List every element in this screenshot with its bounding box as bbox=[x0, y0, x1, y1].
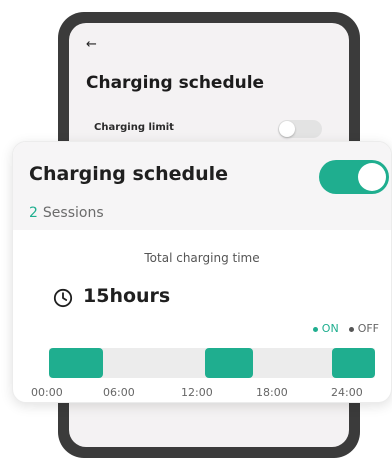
card-title: Charging schedule bbox=[29, 163, 229, 185]
sessions-summary: 2 Sessions bbox=[29, 205, 104, 221]
timeline-axis: 00:00 06:00 12:00 18:00 24:00 bbox=[13, 386, 391, 402]
screen-title: Charging schedule bbox=[86, 73, 265, 93]
timeline-tick-label: 06:00 bbox=[103, 386, 135, 399]
arrow-left-icon[interactable]: ← bbox=[86, 38, 97, 51]
timeline-tick-label: 24:00 bbox=[331, 386, 363, 399]
legend-off: OFF bbox=[348, 322, 379, 335]
charging-schedule-toggle[interactable] bbox=[319, 160, 389, 194]
timeline-segment-on[interactable] bbox=[205, 348, 253, 378]
total-charging-time-value: 15hours bbox=[83, 285, 171, 307]
clock-icon bbox=[53, 288, 73, 308]
toggle-knob bbox=[279, 121, 295, 137]
charging-limit-label: Charging limit bbox=[94, 122, 174, 133]
timeline-tick-label: 00:00 bbox=[31, 386, 63, 399]
timeline-legend: ON OFF bbox=[312, 322, 379, 335]
timeline-tick-label: 12:00 bbox=[181, 386, 213, 399]
toggle-knob bbox=[358, 163, 386, 191]
session-count: 2 bbox=[29, 205, 38, 221]
charging-limit-toggle[interactable] bbox=[278, 120, 322, 138]
timeline-segment-on[interactable] bbox=[49, 348, 104, 378]
charging-schedule-card: Charging schedule 2 Sessions Total chargi… bbox=[12, 141, 392, 403]
sessions-label: Sessions bbox=[42, 205, 104, 221]
stage: ← Charging schedule Charging limit Charg… bbox=[0, 0, 392, 458]
legend-on-label: ON bbox=[321, 322, 339, 335]
total-charging-time-label: Total charging time bbox=[144, 251, 260, 265]
timeline-segment-on[interactable] bbox=[331, 348, 375, 378]
schedule-timeline[interactable] bbox=[49, 348, 375, 378]
timeline-tick-label: 18:00 bbox=[256, 386, 288, 399]
legend-off-label: OFF bbox=[357, 322, 379, 335]
legend-on: ON bbox=[312, 322, 339, 335]
